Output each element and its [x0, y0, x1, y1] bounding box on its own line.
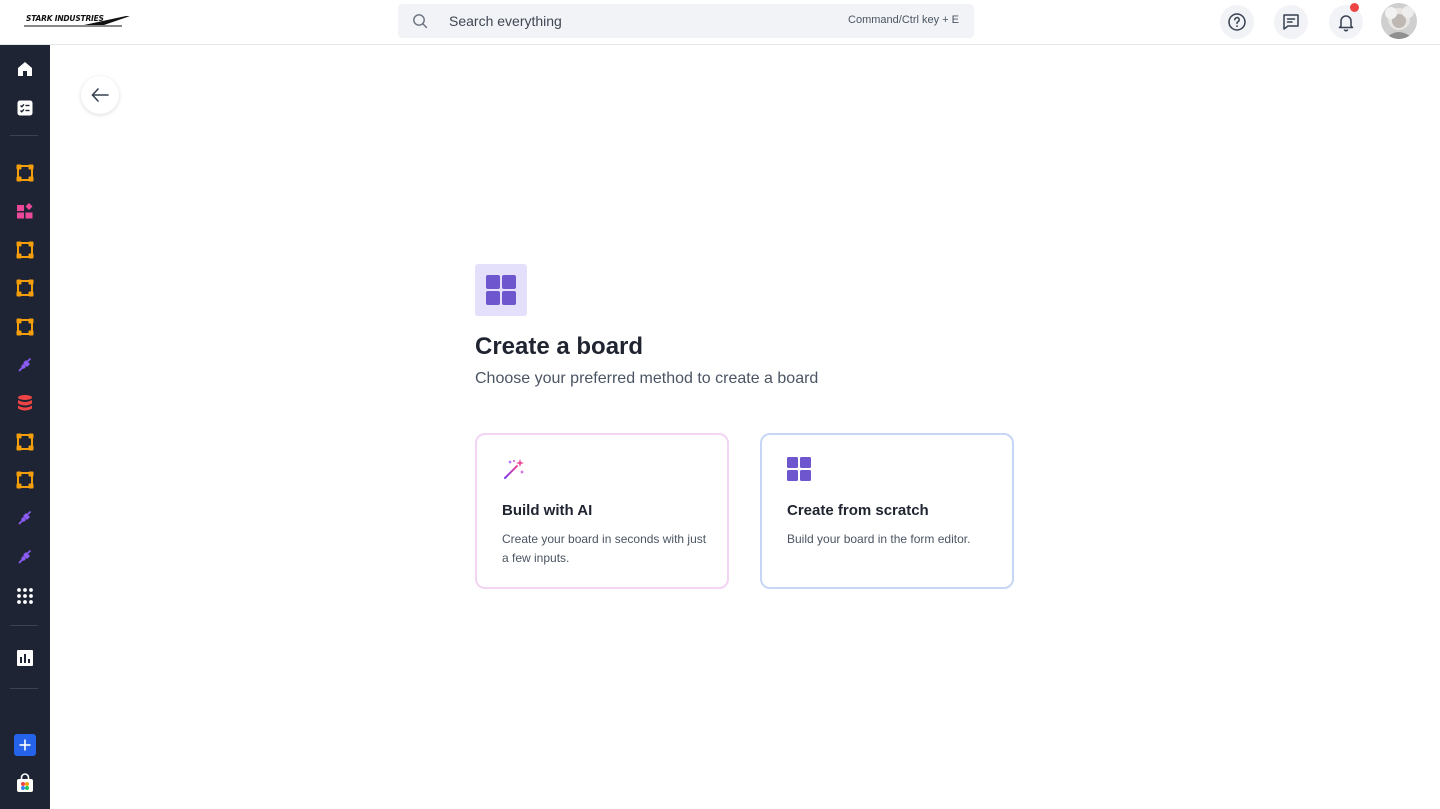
sidebar-item-workflow-4[interactable]: [14, 316, 36, 338]
store-icon: [17, 773, 33, 792]
board-grid-icon: [486, 275, 516, 305]
sidebar-item-integration-1[interactable]: [14, 354, 36, 376]
logo-swoosh-icon: [24, 16, 130, 27]
search-input[interactable]: [449, 4, 829, 38]
sidebar-item-workflow-2[interactable]: [14, 239, 36, 261]
top-bar: STARK INDUSTRIES Command/Ctrl key + E: [0, 0, 1440, 45]
sidebar-item-add[interactable]: [14, 734, 36, 756]
apps-icon: [17, 203, 33, 219]
sidebar-item-integration-2[interactable]: [14, 507, 36, 529]
card-title: Create from scratch: [787, 502, 929, 519]
plug-icon: [18, 510, 32, 525]
user-avatar[interactable]: [1381, 3, 1417, 39]
add-icon: [14, 734, 36, 756]
chart-icon: [17, 650, 33, 666]
workflow-icon: [16, 471, 34, 489]
sidebar-item-tasks[interactable]: [14, 97, 36, 119]
create-from-scratch-card[interactable]: Create from scratch Build your board in …: [760, 433, 1014, 589]
sidebar-divider: [10, 625, 38, 626]
notifications-button[interactable]: [1329, 3, 1363, 39]
sidebar-item-apps[interactable]: [14, 200, 36, 222]
sidebar-divider: [10, 135, 38, 136]
workflow-icon: [16, 241, 34, 259]
company-logo[interactable]: STARK INDUSTRIES: [22, 13, 132, 29]
page-subtitle: Choose your preferred method to create a…: [475, 370, 819, 387]
database-icon: [18, 395, 32, 411]
global-search[interactable]: Command/Ctrl key + E: [398, 4, 974, 38]
sidebar-item-database[interactable]: [14, 392, 36, 414]
page-title: Create a board: [475, 333, 644, 360]
card-description: Create your board in seconds with just a…: [502, 532, 707, 565]
card-title: Build with AI: [502, 502, 593, 519]
bell-icon: [1338, 15, 1354, 32]
build-with-ai-card[interactable]: Build with AI Create your board in secon…: [475, 433, 729, 589]
sidebar-item-workflow-6[interactable]: [14, 469, 36, 491]
sidebar-item-home[interactable]: [14, 58, 36, 80]
home-icon: [18, 62, 32, 76]
board-grid-icon: [787, 457, 811, 481]
sidebar-item-integration-3[interactable]: [14, 546, 36, 568]
help-icon: [1228, 13, 1246, 31]
arrow-left-icon: [91, 88, 109, 102]
grid-dots-icon: [17, 588, 33, 604]
search-shortcut-hint: Command/Ctrl key + E: [848, 14, 959, 26]
sidebar-item-store[interactable]: [14, 772, 36, 794]
workflow-icon: [16, 279, 34, 297]
card-description: Build your board in the form editor.: [787, 532, 971, 546]
workflow-icon: [16, 433, 34, 451]
help-button[interactable]: [1220, 5, 1254, 39]
notification-dot: [1350, 3, 1359, 12]
board-hero-icon: [475, 264, 527, 316]
sidebar-item-workflow-3[interactable]: [14, 277, 36, 299]
plug-icon: [18, 549, 32, 564]
sidebar-item-workflow-5[interactable]: [14, 431, 36, 453]
magic-wand-icon: [504, 459, 524, 479]
sidebar-divider: [10, 688, 38, 689]
feedback-icon: [1283, 14, 1299, 30]
tasks-icon: [17, 100, 33, 116]
sidebar-item-all-apps[interactable]: [14, 585, 36, 607]
plug-icon: [18, 357, 32, 372]
feedback-button[interactable]: [1274, 5, 1308, 39]
back-button[interactable]: [81, 76, 119, 114]
workflow-icon: [16, 318, 34, 336]
sidebar: [0, 45, 50, 809]
sidebar-item-reports[interactable]: [14, 647, 36, 669]
search-icon: [413, 14, 428, 29]
workflow-icon: [16, 164, 34, 182]
avatar-image: [1381, 3, 1417, 39]
sidebar-item-workflow-1[interactable]: [14, 162, 36, 184]
